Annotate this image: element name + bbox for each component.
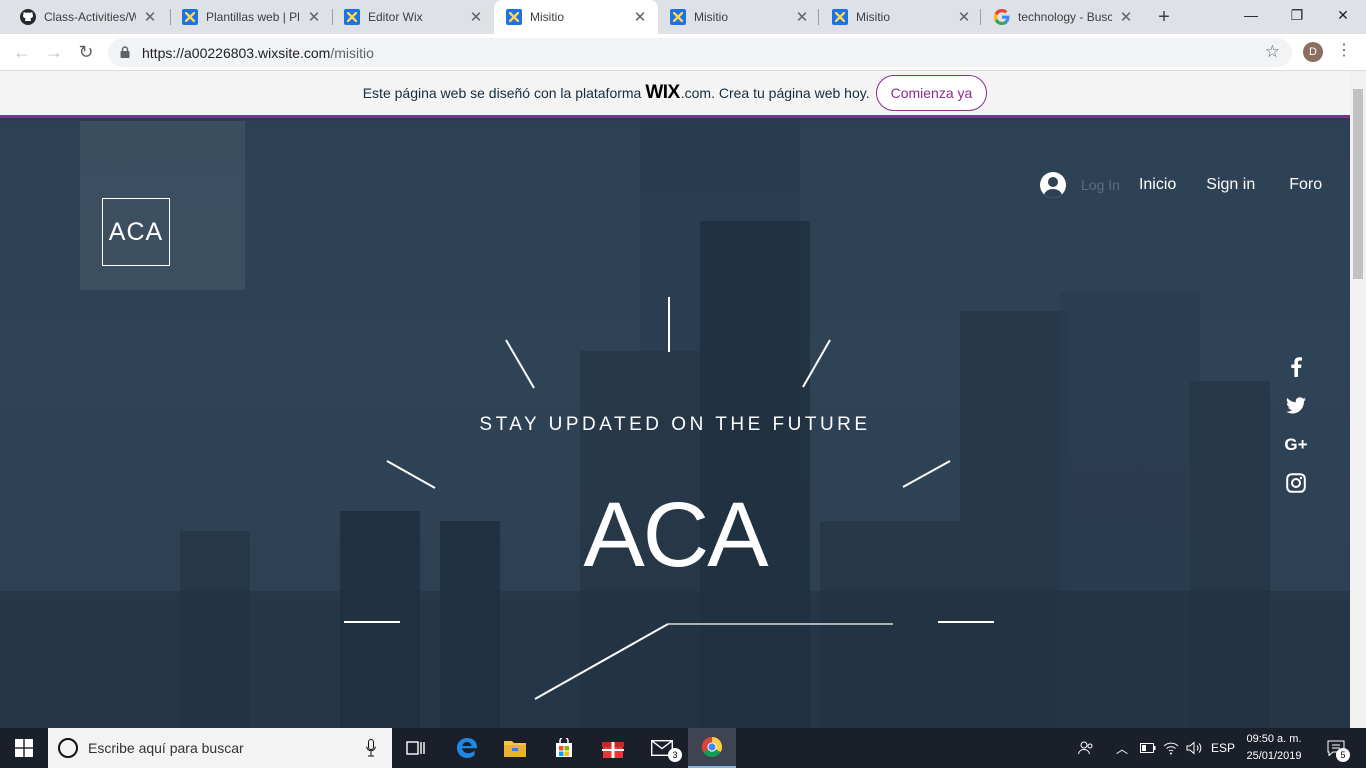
hero-title: ACA <box>583 484 768 586</box>
battery-icon[interactable] <box>1138 728 1158 768</box>
reload-button[interactable]: ↻ <box>74 40 98 64</box>
browser-tab[interactable]: Editor Wix ✕ <box>324 0 494 34</box>
tab-title: technology - Busca <box>1018 10 1112 24</box>
browser-menu-icon[interactable]: ⋮ <box>1336 40 1352 64</box>
banner-text-after: .com. Crea tu página web hoy. <box>680 85 870 101</box>
tab-close-icon[interactable]: ✕ <box>1118 8 1134 26</box>
notification-count-badge: 5 <box>1336 748 1350 762</box>
windows-start-button[interactable] <box>0 728 48 768</box>
tab-title: Misitio <box>694 10 729 24</box>
cortana-icon <box>58 738 78 758</box>
google-icon <box>994 9 1010 25</box>
windows-taskbar: Escribe aquí para buscar 3 ︿ ESP 09:50 a… <box>0 728 1366 768</box>
browser-tab[interactable]: Misitio ✕ <box>812 0 982 34</box>
windows-logo-icon <box>15 739 33 757</box>
wix-icon <box>344 9 360 25</box>
minimize-button[interactable]: — <box>1228 0 1274 30</box>
scrollbar-thumb[interactable] <box>1353 89 1363 279</box>
browser-tab-active[interactable]: Misitio ✕ <box>494 0 658 34</box>
new-tab-button[interactable]: + <box>1153 6 1175 28</box>
wix-logo: WIX <box>645 82 680 103</box>
back-button[interactable]: ← <box>10 40 34 64</box>
browser-tab[interactable]: Misitio ✕ <box>650 0 820 34</box>
browser-tab[interactable]: Class-Activities/Wi ✕ <box>0 0 168 34</box>
clock-date: 25/01/2019 <box>1246 750 1302 762</box>
wix-icon <box>832 9 848 25</box>
volume-icon[interactable] <box>1183 728 1205 768</box>
file-explorer-icon[interactable] <box>491 728 539 768</box>
hero-tagline: STAY UPDATED ON THE FUTURE <box>479 414 871 435</box>
tab-title: Misitio <box>530 10 565 24</box>
task-view-icon[interactable] <box>392 728 440 768</box>
clock-time: 09:50 a. m. <box>1246 733 1302 745</box>
taskbar-clock[interactable]: 09:50 a. m. 25/01/2019 <box>1240 731 1308 765</box>
tab-title: Class-Activities/Wi <box>44 10 136 24</box>
tab-close-icon[interactable]: ✕ <box>142 8 158 26</box>
mail-badge: 3 <box>668 748 682 762</box>
search-placeholder: Escribe aquí para buscar <box>88 740 244 756</box>
taskbar-search-box[interactable]: Escribe aquí para buscar <box>48 728 392 768</box>
tab-title: Plantillas web | Pla <box>206 10 300 24</box>
wix-promo-banner: Este página web se diseñó con la platafo… <box>0 71 1350 118</box>
url-path: /misitio <box>330 45 374 61</box>
gift-app-icon[interactable] <box>589 728 637 768</box>
forward-button[interactable]: → <box>42 40 66 64</box>
tab-close-icon[interactable]: ✕ <box>794 8 810 26</box>
browser-toolbar: ← → ↻ https://a00226803.wixsite.com/misi… <box>0 34 1366 71</box>
lock-icon <box>120 46 130 58</box>
wix-icon <box>182 9 198 25</box>
tab-close-icon[interactable]: ✕ <box>632 8 648 26</box>
wix-icon <box>506 9 522 25</box>
tab-close-icon[interactable]: ✕ <box>956 8 972 26</box>
github-icon <box>20 9 36 25</box>
hero-section: ACA Log In Inicio Sign in Foro G+ STAY U… <box>0 121 1350 728</box>
wix-icon <box>670 9 686 25</box>
tab-close-icon[interactable]: ✕ <box>468 8 484 26</box>
edge-icon[interactable] <box>443 728 491 768</box>
page-scrollbar[interactable] <box>1350 71 1366 728</box>
tab-title: Editor Wix <box>368 10 423 24</box>
people-icon[interactable] <box>1074 728 1098 768</box>
store-icon[interactable] <box>540 728 588 768</box>
banner-text-before: Este página web se diseñó con la platafo… <box>362 85 642 101</box>
language-indicator[interactable]: ESP <box>1208 728 1238 768</box>
microphone-icon[interactable] <box>366 739 376 757</box>
action-center-icon[interactable]: 5 <box>1318 728 1354 768</box>
tab-title: Misitio <box>856 10 891 24</box>
url-text: https://a00226803.wixsite.com/misitio <box>142 45 374 61</box>
chrome-icon[interactable] <box>688 728 736 768</box>
wifi-icon[interactable] <box>1160 728 1182 768</box>
close-window-button[interactable]: ✕ <box>1320 0 1366 30</box>
show-hidden-icons-icon[interactable]: ︿ <box>1112 728 1132 768</box>
mail-icon[interactable]: 3 <box>638 728 686 768</box>
browser-tab-strip: Class-Activities/Wi ✕ Plantillas web | P… <box>0 0 1366 34</box>
restore-button[interactable]: ❐ <box>1274 0 1320 30</box>
address-bar[interactable]: https://a00226803.wixsite.com/misitio ☆ <box>108 38 1292 67</box>
tab-close-icon[interactable]: ✕ <box>306 8 322 26</box>
bookmark-star-icon[interactable]: ☆ <box>1265 42 1280 62</box>
url-host: https://a00226803.wixsite.com <box>142 45 331 61</box>
browser-tab[interactable]: technology - Busca ✕ <box>974 0 1144 34</box>
browser-tab[interactable]: Plantillas web | Pla ✕ <box>162 0 332 34</box>
profile-avatar[interactable]: D <box>1303 42 1323 62</box>
start-now-button[interactable]: Comienza ya <box>875 75 988 111</box>
